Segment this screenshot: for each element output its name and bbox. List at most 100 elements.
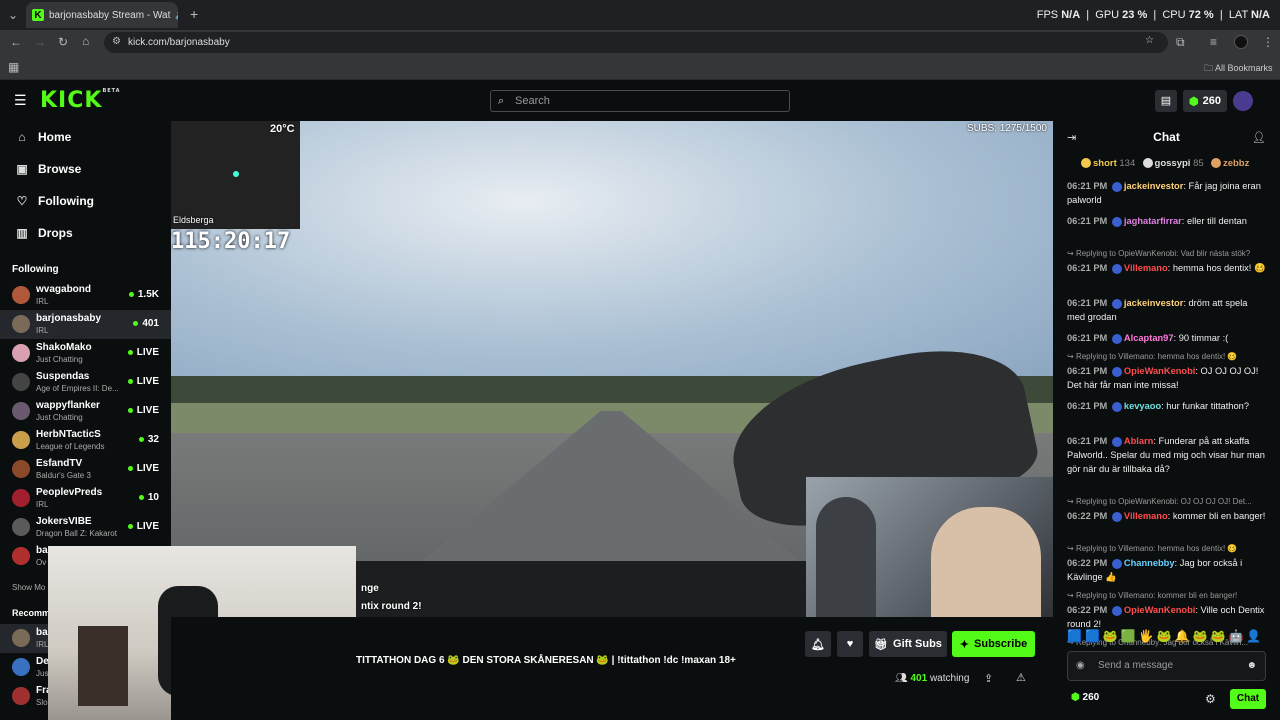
chat-timestamp: 06:21 PM (1067, 298, 1108, 308)
chat-message[interactable]: 06:21 PM Villemano: hemma hos dentix! 🥴 (1067, 261, 1267, 275)
video-player[interactable]: 20°C Eldsberga 115:20:17 SUBS: 1275/1500… (171, 121, 1053, 617)
browser-toolbar: ← → ↻ ⌂ ⚙ kick.com/barjonasbaby ☆ ⧉ ≡ ⋮ (0, 30, 1280, 55)
browse-icon: ▣ (16, 162, 28, 176)
nav-home[interactable]: ⌂ Home (16, 130, 71, 144)
nav-drops[interactable]: ▥ Drops (16, 226, 72, 240)
extensions-icon[interactable]: ⧉ (1176, 36, 1185, 48)
chat-username[interactable]: kevyaoo (1124, 401, 1161, 411)
dashboard-icon[interactable]: ▤ (1155, 90, 1177, 112)
following-channel-item[interactable]: HerbNTacticS League of Legends 32 (0, 426, 171, 455)
following-channel-item[interactable]: EsfandTV Baldur's Gate 3 LIVE (0, 455, 171, 484)
audio-icon[interactable]: 🔊 (175, 10, 178, 21)
tab-search-icon[interactable]: ⌄ (8, 9, 18, 21)
chat-username[interactable]: jackeinvestor (1124, 181, 1183, 191)
channel-name: HerbNTacticS (36, 429, 101, 440)
send-chat-button[interactable]: Chat (1230, 689, 1266, 709)
nav-browse[interactable]: ▣ Browse (16, 162, 81, 176)
gifter-badge-icon (1210, 158, 1221, 169)
bookmark-star-icon[interactable]: ☆ (1145, 35, 1154, 46)
chat-message[interactable]: 06:22 PM Villemano: kommer bli en banger… (1067, 509, 1267, 523)
address-bar[interactable]: ⚙ kick.com/barjonasbaby ☆ (104, 32, 1168, 53)
chat-message[interactable]: 06:22 PM Channebby: Jag bor också i Kävl… (1067, 556, 1267, 584)
chat-message[interactable]: 06:21 PM jaghatarfirrar: eller till dent… (1067, 214, 1267, 228)
hamburger-menu-icon[interactable]: ☰ (14, 92, 27, 109)
temperature: 20°C (270, 123, 295, 135)
show-more-button[interactable]: Show Mo (12, 583, 45, 592)
report-icon[interactable]: ⚠ (1016, 671, 1026, 684)
chat-input[interactable]: ◉ Send a message ☻ (1067, 651, 1266, 681)
chat-username[interactable]: Ablarn (1124, 436, 1153, 446)
following-channel-item[interactable]: ShakoMako Just Chatting LIVE (0, 339, 171, 368)
chat-message[interactable]: 06:21 PM Alcaptan97: 90 timmar :( (1067, 331, 1267, 345)
channel-avatar (12, 547, 30, 565)
chat-message[interactable]: 06:21 PM jackeinvestor: dröm att spela m… (1067, 296, 1267, 324)
notification-bell-button[interactable]: 🔔︎ (805, 631, 831, 657)
viewer-count: LIVE (128, 405, 159, 416)
menu-icon[interactable]: ⋮ (1262, 36, 1274, 48)
new-tab-icon[interactable]: + (190, 7, 198, 21)
chat-message[interactable]: 06:21 PM jackeinvestor: Får jag joina er… (1067, 179, 1267, 207)
home-icon[interactable]: ⌂ (82, 35, 89, 47)
chat-username[interactable]: jaghatarfirrar (1124, 216, 1182, 226)
overlay-line-1: nge (361, 583, 379, 594)
search-input[interactable]: ⌕ Search (490, 90, 790, 112)
chat-username[interactable]: OpieWanKenobi (1124, 605, 1195, 615)
chat-message[interactable]: 06:21 PM OpieWanKenobi: OJ OJ OJ OJ! Det… (1067, 364, 1267, 392)
reload-icon[interactable]: ↻ (58, 36, 68, 48)
points-icon: ⬢ (1189, 95, 1199, 108)
chat-timestamp: 06:22 PM (1067, 511, 1108, 521)
chat-message[interactable]: 06:21 PM Ablarn: Funderar på att skaffa … (1067, 434, 1267, 476)
chat-username[interactable]: jackeinvestor (1124, 298, 1183, 308)
user-avatar[interactable] (1233, 91, 1253, 111)
channel-avatar (12, 431, 30, 449)
url-text: kick.com/barjonasbaby (128, 37, 230, 48)
profile-avatar[interactable] (1234, 35, 1248, 49)
gift-icon: 🎁︎ (874, 638, 889, 651)
chat-username[interactable]: Channebby (1124, 558, 1175, 568)
chat-timestamp: 06:21 PM (1067, 263, 1108, 273)
follow-heart-button[interactable]: ♥ (837, 631, 863, 657)
bookmarks-bar: ▦ 🗀 All Bookmarks (0, 55, 1280, 80)
site-info-icon[interactable]: ⚙ (112, 36, 121, 47)
kick-logo[interactable]: KICKBETA (40, 88, 121, 113)
chat-reply-context: ↪ Replying to OpieWanKenobi: Vad blir nä… (1067, 249, 1251, 258)
emoji-icon[interactable]: ☻ (1246, 660, 1257, 671)
subscribe-button[interactable]: ✦ Subscribe (952, 631, 1035, 657)
chat-text: kommer bli en banger! (1172, 511, 1266, 521)
chat-points[interactable]: ⬢ 260 (1071, 692, 1099, 703)
kick-points-button[interactable]: ⬢ 260 (1183, 90, 1227, 112)
following-channel-item[interactable]: barjonasbaby IRL 401 (0, 310, 171, 339)
chat-username[interactable]: Villemano (1124, 263, 1168, 273)
chat-message[interactable]: 06:21 PM kevyaoo: hur funkar tittathon? (1067, 399, 1267, 413)
gift-subs-button[interactable]: 🎁︎ Gift Subs (869, 631, 947, 657)
all-bookmarks-button[interactable]: 🗀 All Bookmarks (1204, 61, 1273, 77)
chat-username[interactable]: OpieWanKenobi (1124, 366, 1195, 376)
forward-icon[interactable]: → (34, 36, 46, 48)
chat-users-icon[interactable]: 👤︎ (1252, 131, 1266, 144)
following-channel-item[interactable]: wvagabond IRL 1.5K (0, 281, 171, 310)
chat-username[interactable]: Alcaptan97 (1124, 333, 1174, 343)
chat-username[interactable]: Villemano (1124, 511, 1168, 521)
media-control-icon[interactable]: ≡ (1210, 36, 1217, 48)
stream-info: TITTATHON DAG 6 🐸 DEN STORA SKÅNERESAN 🐸… (171, 617, 1053, 720)
chat-settings-dot-icon: ◉ (1076, 660, 1085, 671)
folder-icon: 🗀 (1204, 63, 1214, 73)
emote-bar[interactable]: 🟦🟦🐸🟩🖐🐸🔔🐸🐸🤖👤 (1067, 629, 1267, 645)
user-badge-icon (1111, 366, 1122, 377)
back-icon[interactable]: ← (10, 36, 22, 48)
browser-tab[interactable]: K barjonasbaby Stream - Wat 🔊 ✕ (26, 2, 178, 28)
following-channel-item[interactable]: JokersVIBE Dragon Ball Z: Kakarot LIVE (0, 513, 171, 542)
following-channel-item[interactable]: PeoplevPreds IRL 10 (0, 484, 171, 513)
chat-settings-icon[interactable]: ⚙ (1205, 692, 1216, 706)
apps-grid-icon[interactable]: ▦ (8, 61, 19, 73)
user-badge-icon (1111, 511, 1122, 522)
user-badge-icon (1111, 181, 1122, 192)
chat-message[interactable]: 06:22 PM OpieWanKenobi: Ville och Dentix… (1067, 603, 1267, 631)
nav-following[interactable]: ♡ Following (16, 194, 94, 208)
following-channel-item[interactable]: wappyflanker Just Chatting LIVE (0, 397, 171, 426)
channel-avatar (12, 518, 30, 536)
reply-arrow-icon: ↪ (1067, 544, 1076, 553)
chat-text: hur funkar tittathon? (1166, 401, 1249, 411)
share-icon[interactable]: ⇪ (984, 672, 993, 685)
following-channel-item[interactable]: Suspendas Age of Empires II: De... LIVE (0, 368, 171, 397)
